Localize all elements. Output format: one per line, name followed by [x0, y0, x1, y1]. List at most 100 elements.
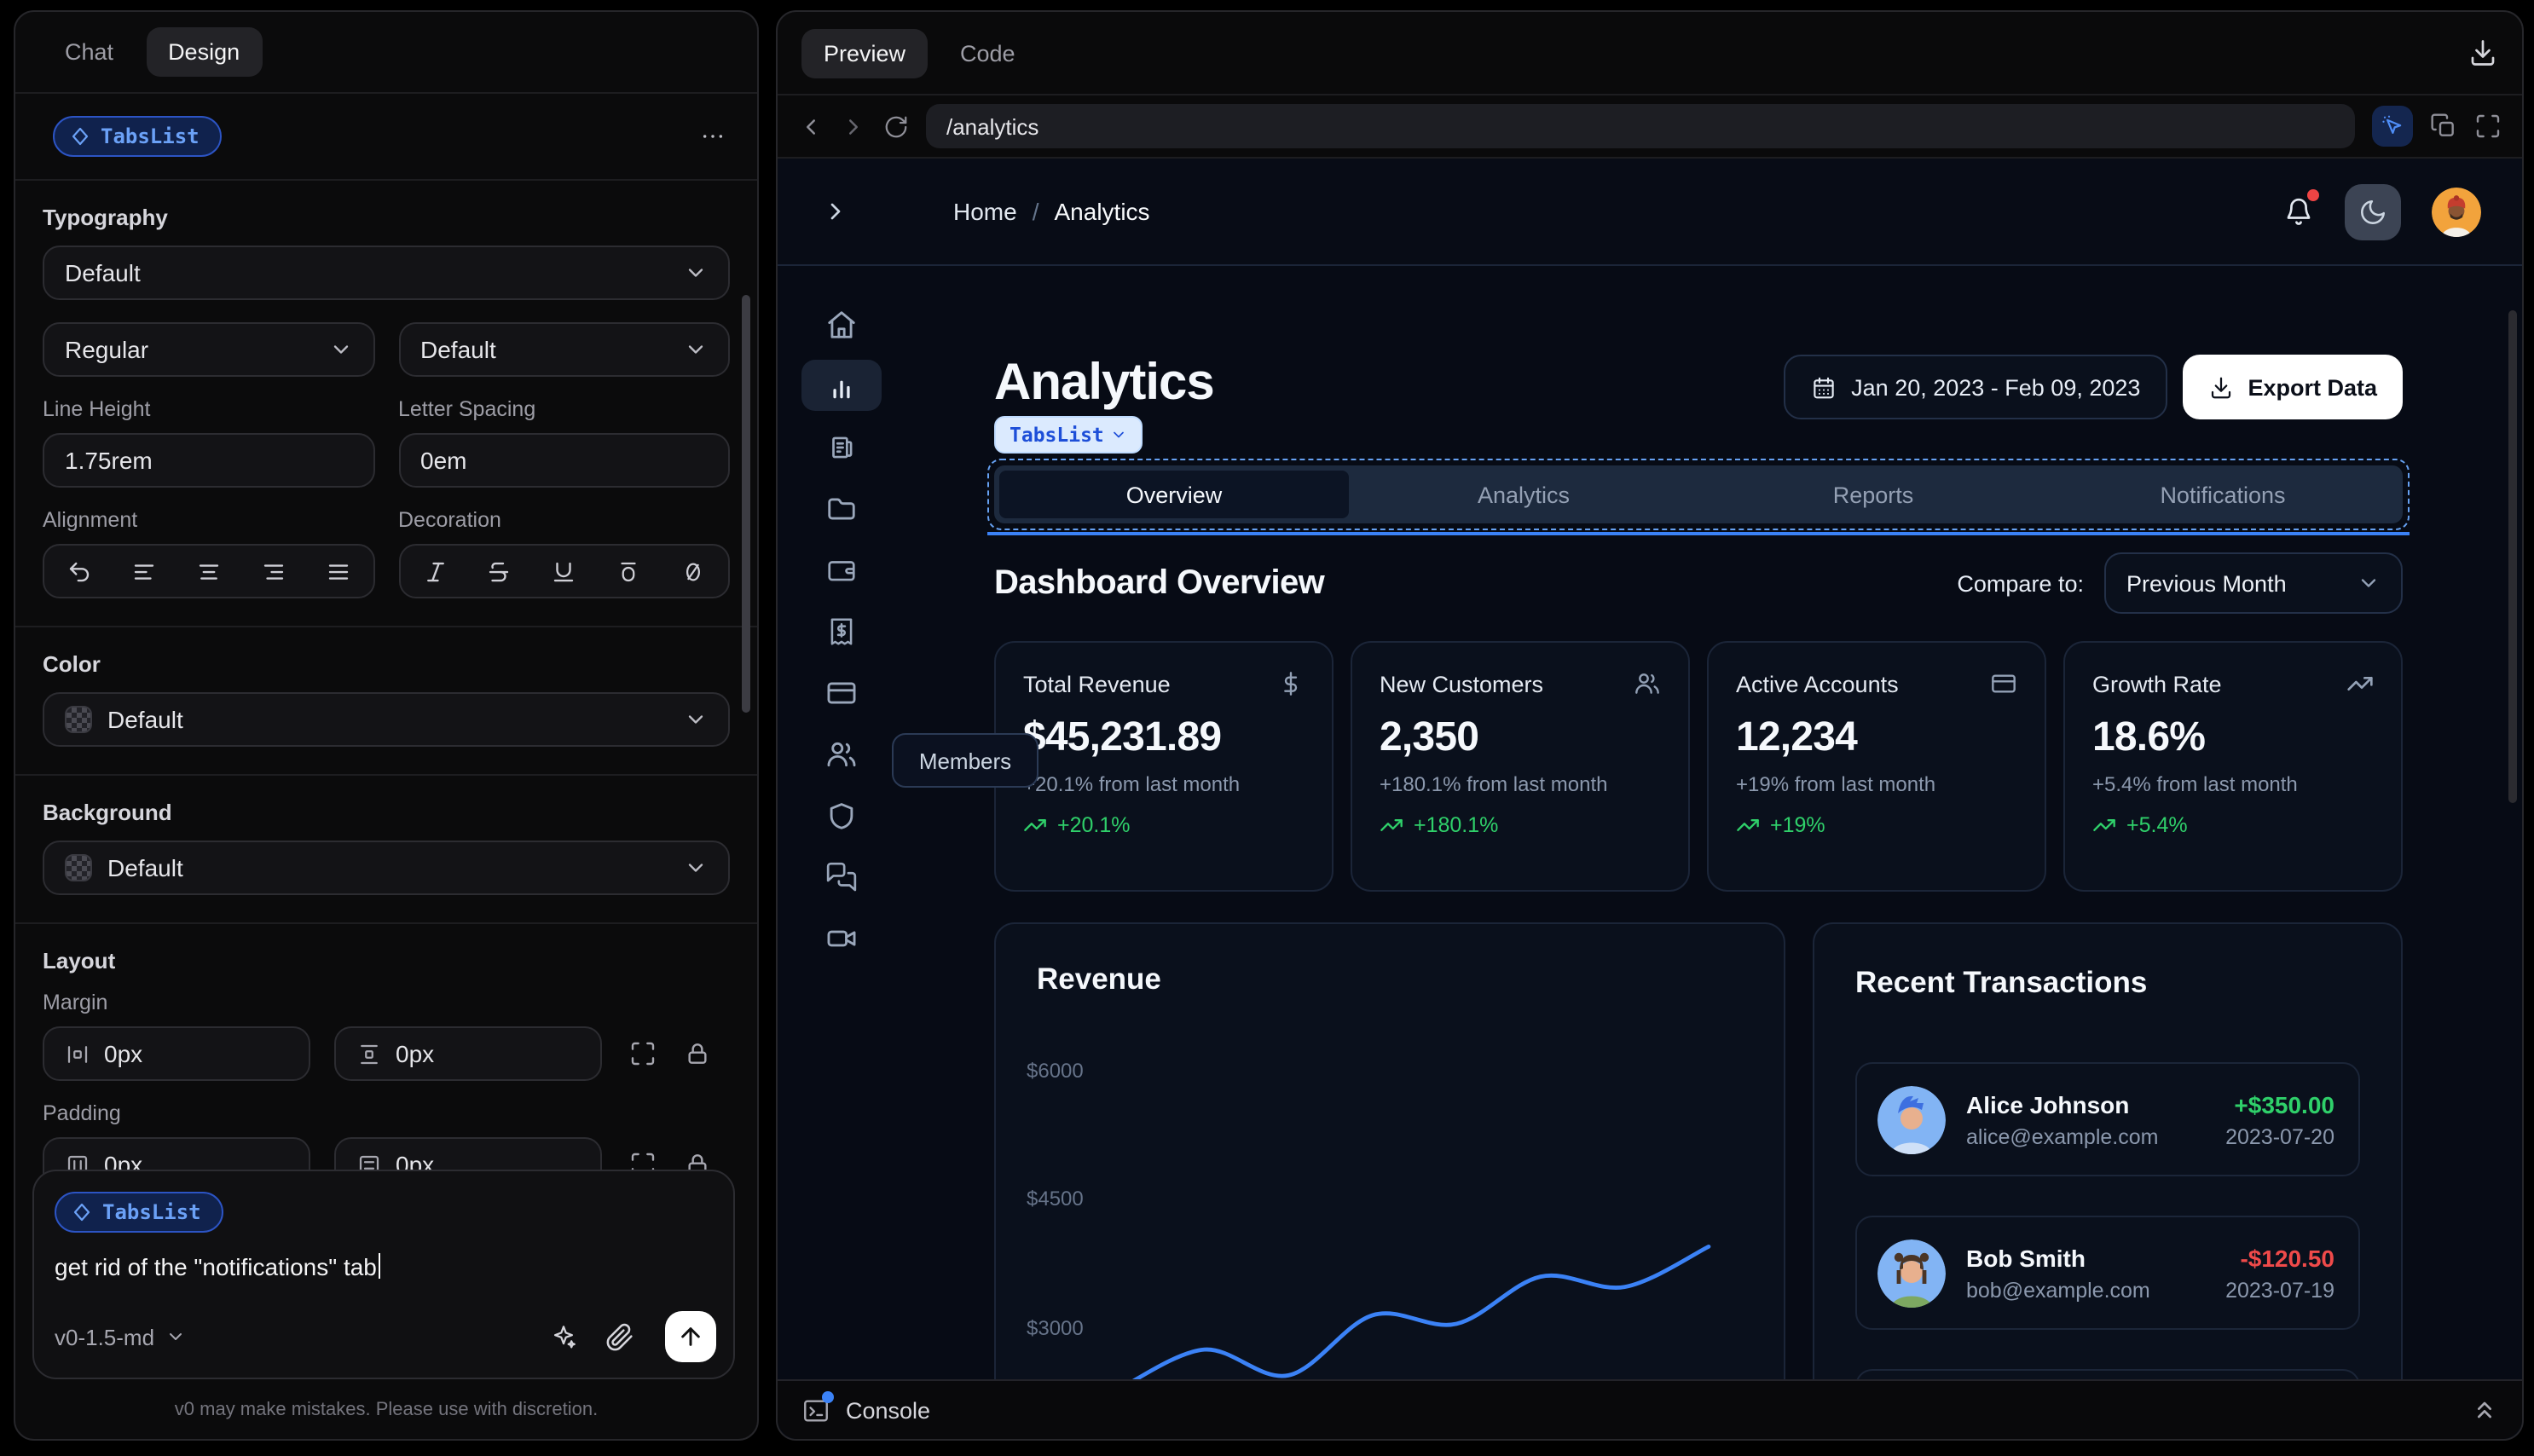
font-size-select[interactable]: Default: [398, 322, 730, 377]
chevron-down-icon: [684, 856, 708, 880]
transaction-row[interactable]: Alice Johnson +$350.00 alice@example.com 2…: [1855, 1062, 2360, 1176]
theme-toggle-button[interactable]: [2345, 183, 2401, 240]
chevrons-up-icon[interactable]: [2471, 1396, 2498, 1424]
overline-icon[interactable]: [616, 558, 641, 584]
send-button[interactable]: [665, 1311, 716, 1362]
stat-subtext: +20.1% from last month: [1023, 772, 1241, 796]
fullscreen-icon[interactable]: [2474, 113, 2502, 140]
alignment-label: Alignment: [43, 508, 138, 532]
nav-members[interactable]: [801, 728, 882, 779]
nav-analytics[interactable]: [801, 360, 882, 411]
sidebar-expand-icon[interactable]: [822, 198, 849, 225]
design-panel: Chat Design TabsList Typography Default …: [14, 10, 759, 1441]
color-select[interactable]: Default: [43, 692, 730, 747]
alignment-toolbar: [43, 544, 374, 598]
design-pointer-icon[interactable]: [2372, 106, 2413, 147]
margin-horizontal-icon: [65, 1041, 90, 1066]
user-avatar[interactable]: [2432, 187, 2481, 236]
copy-icon[interactable]: [2430, 113, 2457, 140]
stat-value: 18.6%: [2092, 714, 2206, 760]
arrow-up-icon: [677, 1323, 704, 1350]
transaction-email: bob@example.com: [1966, 1278, 2150, 1302]
font-family-select[interactable]: Default: [43, 246, 730, 300]
notifications-bell[interactable]: [2283, 189, 2319, 227]
nav-files[interactable]: [801, 482, 882, 534]
transaction-row[interactable]: Bob Smith -$120.50 bob@example.com 2023-07…: [1855, 1216, 2360, 1330]
italic-icon[interactable]: [422, 558, 448, 584]
console-label: Console: [846, 1397, 931, 1423]
users-icon: [1634, 670, 1661, 697]
background-select[interactable]: Default: [43, 841, 730, 895]
tab-design[interactable]: Design: [146, 27, 263, 77]
nav-security[interactable]: [801, 789, 882, 841]
attachment-icon[interactable]: [605, 1322, 634, 1351]
nav-invoices[interactable]: [801, 605, 882, 656]
tab-code[interactable]: Code: [938, 28, 1038, 78]
download-icon: [2208, 374, 2234, 400]
letter-spacing-input[interactable]: 0em: [398, 433, 730, 488]
breadcrumb-home[interactable]: Home: [953, 198, 1017, 225]
more-options-icon[interactable]: [699, 123, 726, 150]
tooltip-members: Members: [892, 733, 1038, 788]
underline-icon[interactable]: [552, 558, 577, 584]
tab-analytics[interactable]: Analytics: [1349, 471, 1698, 518]
back-icon[interactable]: [798, 113, 824, 139]
download-icon[interactable]: [2467, 38, 2498, 68]
trending-up-icon: [1023, 813, 1047, 837]
model-select[interactable]: v0-1.5-md: [55, 1324, 185, 1349]
chevron-down-icon: [328, 338, 352, 361]
tab-preview[interactable]: Preview: [801, 28, 929, 78]
sparkles-icon[interactable]: [549, 1322, 578, 1351]
transaction-date: 2023-07-20: [2225, 1124, 2334, 1148]
lock-margin-icon[interactable]: [684, 1040, 711, 1067]
export-data-button[interactable]: Export Data: [2183, 355, 2403, 419]
nav-cards[interactable]: [801, 667, 882, 718]
forward-icon[interactable]: [841, 113, 866, 139]
stat-value: 2,350: [1380, 714, 1479, 760]
strikethrough-icon[interactable]: [487, 558, 512, 584]
margin-y-input[interactable]: 0px: [334, 1026, 602, 1081]
tab-notifications[interactable]: Notifications: [2048, 471, 2398, 518]
disclaimer-text: v0 may make mistakes. Please use with di…: [174, 1400, 599, 1420]
nav-home[interactable]: [801, 298, 882, 350]
line-height-input[interactable]: 1.75rem: [43, 433, 374, 488]
revenue-chart-card: Revenue $6000 $4500 $3000: [994, 922, 1785, 1439]
transaction-name: Bob Smith: [1966, 1244, 2086, 1271]
stat-label: Active Accounts: [1736, 671, 1899, 696]
nav-video[interactable]: [801, 912, 882, 963]
badge-label: TabsList: [1010, 423, 1104, 447]
compare-select[interactable]: Previous Month: [2104, 552, 2403, 614]
panel-scrollbar[interactable]: [742, 295, 750, 713]
expand-margin-icon[interactable]: [629, 1040, 657, 1067]
nav-reports[interactable]: [801, 421, 882, 472]
selected-element-chip[interactable]: TabsList: [53, 116, 222, 157]
prompt-composer[interactable]: TabsList get rid of the "notifications" …: [32, 1170, 735, 1379]
design-sections: Typography Default Regular Default Line …: [15, 205, 757, 1192]
refresh-icon[interactable]: [883, 113, 909, 139]
tab-reports[interactable]: Reports: [1698, 471, 2048, 518]
preview-scrollbar[interactable]: [2508, 310, 2517, 803]
selected-component-badge[interactable]: TabsList: [994, 416, 1143, 454]
color-swatch: [65, 706, 92, 733]
date-range-button[interactable]: Jan 20, 2023 - Feb 09, 2023: [1783, 355, 2168, 419]
align-right-icon[interactable]: [260, 558, 286, 584]
prompt-input[interactable]: get rid of the "notifications" tab: [55, 1253, 713, 1280]
tab-overview[interactable]: Overview: [999, 471, 1349, 518]
align-justify-icon[interactable]: [325, 558, 350, 584]
console-bar[interactable]: Console: [778, 1379, 2522, 1439]
tab-chat[interactable]: Chat: [43, 27, 136, 77]
align-left-icon[interactable]: [131, 558, 157, 584]
line-height-value: 1.75rem: [65, 447, 153, 474]
nav-messages[interactable]: [801, 851, 882, 902]
nav-wallet[interactable]: [801, 544, 882, 595]
chevron-down-icon: [2357, 571, 2381, 595]
composer-element-chip[interactable]: TabsList: [55, 1192, 223, 1233]
trending-up-icon: [1736, 813, 1760, 837]
chevron-down-icon: [684, 261, 708, 285]
align-center-icon[interactable]: [196, 558, 222, 584]
font-weight-select[interactable]: Regular: [43, 322, 374, 377]
url-input[interactable]: /analytics: [926, 104, 2355, 148]
margin-x-input[interactable]: 0px: [43, 1026, 310, 1081]
no-decoration-icon[interactable]: [680, 558, 706, 584]
undo-icon[interactable]: [67, 558, 92, 584]
